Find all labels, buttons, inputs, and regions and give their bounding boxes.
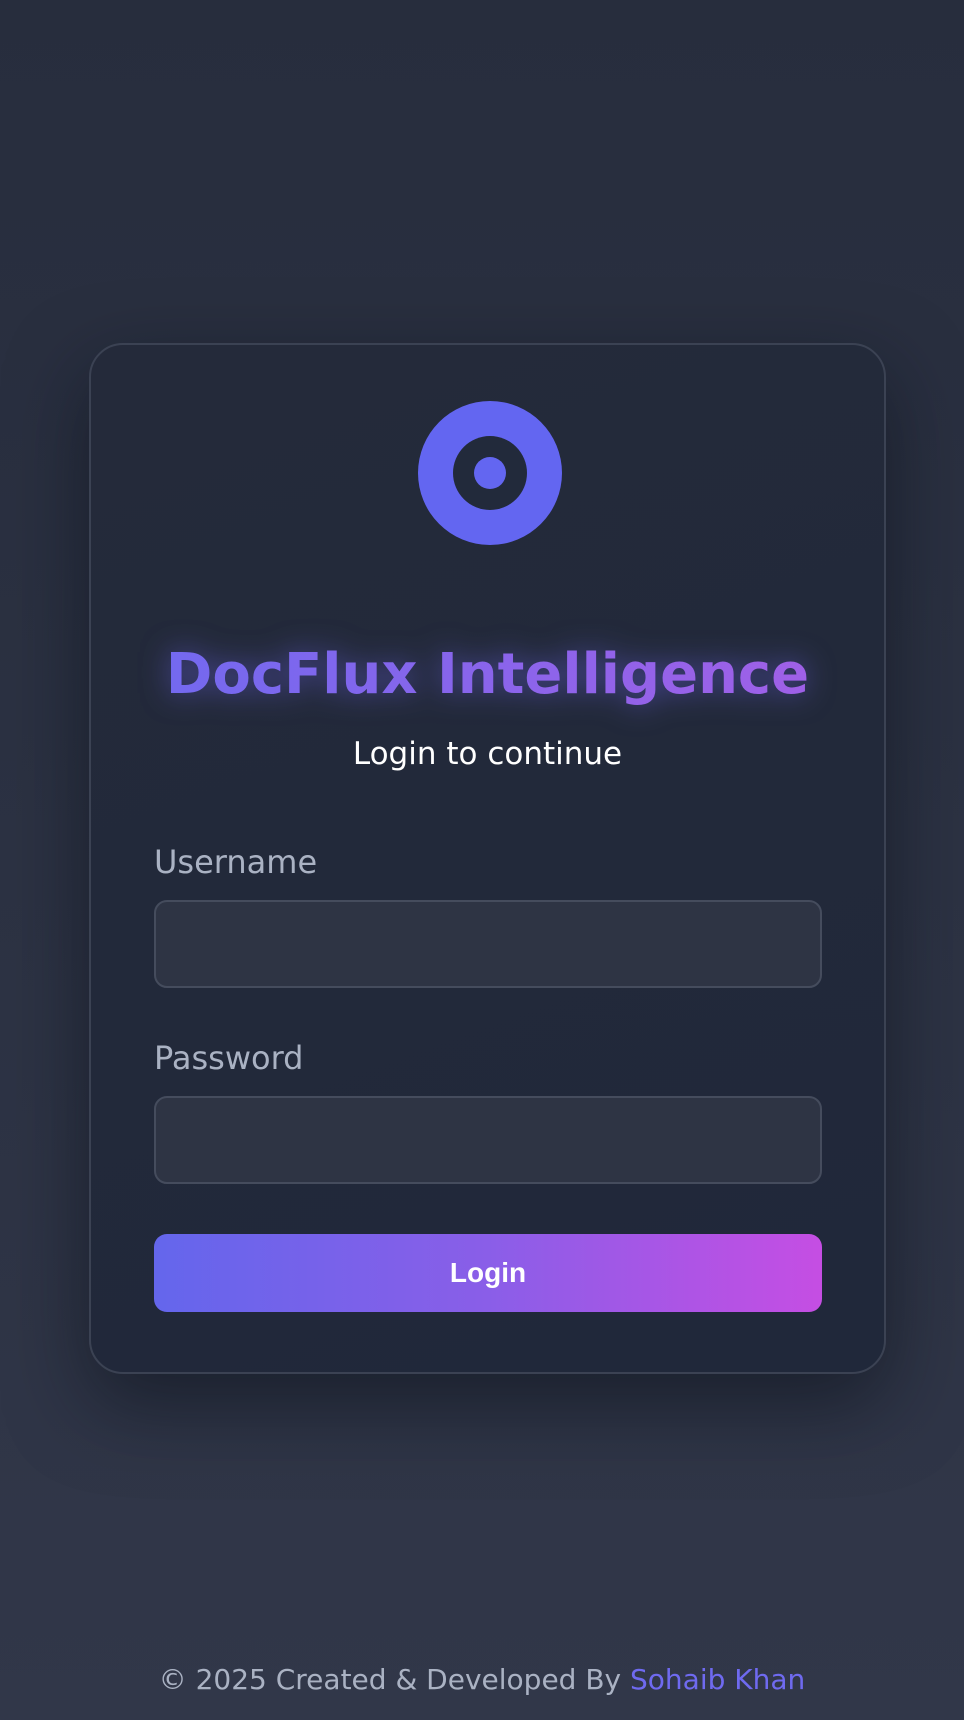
footer: © 2025 Created & Developed By Sohaib Kha… (0, 1662, 964, 1698)
login-card: DocFlux Intelligence Login to continue U… (89, 343, 886, 1374)
app-title: DocFlux Intelligence (91, 643, 884, 707)
username-input[interactable] (154, 900, 822, 988)
password-label: Password (154, 1039, 304, 1077)
username-label: Username (154, 843, 318, 881)
target-icon (418, 401, 562, 545)
login-subtitle: Login to continue (352, 736, 623, 772)
password-input[interactable] (154, 1096, 822, 1184)
footer-copyright: © 2025 Created & Developed By (158, 1663, 631, 1696)
author-link[interactable]: Sohaib Khan (630, 1663, 805, 1696)
login-button[interactable]: Login (154, 1234, 822, 1312)
